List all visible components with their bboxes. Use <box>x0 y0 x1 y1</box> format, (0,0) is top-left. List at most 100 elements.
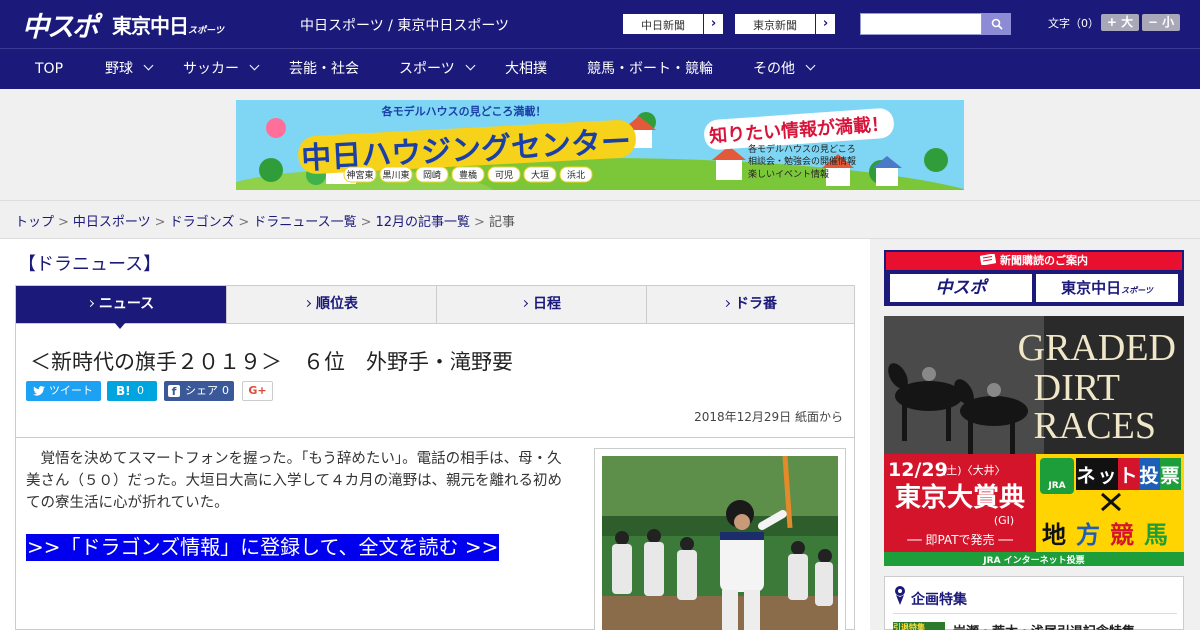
nav-item-other[interactable]: その他 <box>753 49 816 90</box>
nav-item-baseball[interactable]: 野球 <box>105 49 154 90</box>
facebook-count: 0 <box>222 384 229 397</box>
tab-schedule[interactable]: 日程 <box>436 286 646 323</box>
tab-standings[interactable]: 順位表 <box>226 286 436 323</box>
nav-label: 大相撲 <box>505 61 547 77</box>
chevron-down-icon <box>805 60 816 71</box>
logo-small-text: スポーツ <box>188 26 224 36</box>
font-size-increase-button[interactable]: + 大 <box>1101 14 1139 31</box>
feature-thumbnail: 引退特集 <box>893 622 945 630</box>
hatena-bookmark-button[interactable]: B! 0 <box>107 381 157 401</box>
housing-center-banner-ad[interactable]: 中日ハウジングセンター 各モデルハウスの見どころ満載！ 知りたい情報が満載！ 各… <box>176 100 1016 278</box>
tab-news[interactable]: ニュース <box>16 286 226 323</box>
breadcrumb-link-december[interactable]: 12月の記事一覧 <box>376 215 471 230</box>
banner-location: 豊橋 <box>459 169 477 181</box>
search-icon <box>991 18 1003 30</box>
subscription-ad-header-text: 新聞購読のご案内 <box>1000 254 1088 267</box>
chevron-down-icon <box>249 60 260 71</box>
tweet-label: ツイート <box>49 384 93 397</box>
tab-label: ニュース <box>98 296 155 312</box>
breadcrumb-separator: > <box>238 215 250 230</box>
breadcrumb-separator: > <box>154 215 166 230</box>
jra-tokyo-daishoten-ad[interactable]: GRADED DIRT RACES 12/29 (土)〈大井〉 東京大賞典 (G… <box>884 316 1184 566</box>
tweet-button[interactable]: ツイート <box>26 381 101 401</box>
font-size-decrease-button[interactable]: − 小 <box>1142 14 1180 31</box>
section-title: 【ドラニュース】 <box>18 254 162 275</box>
feature-title: 企画特集 <box>911 592 967 608</box>
feature-item-title: 岩瀬・荒木・浅尾引退記念特集 <box>953 621 1135 630</box>
jra-logo: JRA <box>1047 481 1065 491</box>
jra-sale-text: ── 即PATで発売 ── <box>906 532 1013 547</box>
site-title: 中日スポーツ / 東京中日スポーツ <box>300 18 510 34</box>
breadcrumb-link-chunichi-sports[interactable]: 中日スポーツ <box>73 215 151 230</box>
newspaper-subscription-ad[interactable]: 新聞購読のご案内 中スポ 東京中日スポーツ <box>884 250 1184 306</box>
subscribe-button-small: スポーツ <box>1121 286 1153 295</box>
nav-item-soccer[interactable]: サッカー <box>183 49 260 90</box>
nav-item-racing[interactable]: 競馬・ボート・競輪 <box>587 49 713 90</box>
facebook-share-button[interactable]: f シェア 0 <box>164 381 234 401</box>
tokyo-chunichi-sports-logo[interactable]: 東京中日スポーツ <box>112 10 224 39</box>
jra-net-vote-char: ト <box>1118 465 1137 487</box>
article: ＜新時代の旗手２０１９＞ ６位 外野手・滝野要 ツイート B! 0 f シェア … <box>15 324 855 630</box>
banner-graphic: 中日ハウジングセンター 各モデルハウスの見どころ満載！ 知りたい情報が満載！ 各… <box>176 100 1016 278</box>
tab-label: 日程 <box>533 296 561 312</box>
ribbon-icon <box>895 586 905 605</box>
nav-item-top[interactable]: TOP <box>35 49 63 90</box>
google-plus-icon: G+ <box>248 384 267 397</box>
jra-local-racing-char: 方 <box>1076 521 1100 549</box>
chevron-right-icon <box>520 299 529 308</box>
tab-label: ドラ番 <box>735 296 777 312</box>
breadcrumb-link-dora-news[interactable]: ドラニュース一覧 <box>253 215 356 230</box>
banner-location: 黒川東 <box>382 169 409 181</box>
banner-location: 大垣 <box>531 169 549 181</box>
twitter-icon <box>33 386 45 396</box>
breadcrumb-link-dragons[interactable]: ドラゴンズ <box>170 215 235 230</box>
jra-local-racing-char: 地 <box>1042 521 1066 549</box>
nav-label: 競馬・ボート・競輪 <box>587 61 713 77</box>
tab-bar: ニュース 順位表 日程 ドラ番 <box>15 285 855 324</box>
chunichi-sports-logo[interactable]: 中スポ <box>22 5 99 44</box>
subscription-ad-header: 新聞購読のご案内 <box>886 252 1182 270</box>
search-button[interactable] <box>982 13 1011 35</box>
google-plus-button[interactable]: G+ <box>242 381 273 401</box>
tokyo-shimbun-link[interactable]: 東京新聞 › <box>734 13 836 35</box>
jra-date: 12/29 <box>888 459 948 481</box>
nav-label: 芸能・社会 <box>289 61 359 77</box>
divider <box>16 437 854 438</box>
nav-label: スポーツ <box>399 61 455 77</box>
nav-item-sports[interactable]: スポーツ <box>399 49 476 90</box>
nav-label: サッカー <box>183 61 239 77</box>
article-date: 2018年12月29日 紙面から <box>694 410 843 424</box>
nav-label: 野球 <box>105 61 133 77</box>
jra-date-detail: (土)〈大井〉 <box>942 463 1006 477</box>
chevron-right-icon: › <box>703 14 723 34</box>
jra-headline-line: DIRT <box>1034 367 1120 409</box>
hatena-icon: B! <box>116 384 131 398</box>
chunichi-shimbun-link[interactable]: 中日新聞 › <box>622 13 724 35</box>
breadcrumb-bar: トップ > 中日スポーツ > ドラゴンズ > ドラニュース一覧 >12月の記事一覧 > 記事 <box>0 200 1200 239</box>
article-body: 覚悟を決めてスマートフォンを握った。「もう辞めたい」。電話の相手は、母・久美さん… <box>26 451 563 511</box>
banner-top-text: 各モデルハウスの見どころ満載！ <box>381 104 547 118</box>
register-read-more-link[interactable]: >>「ドラゴンズ情報」に登録して、全文を読む >> <box>26 534 500 561</box>
main-nav: TOP 野球 サッカー 芸能・社会 スポーツ 大相撲 競馬・ボート・競輪 その他 <box>0 48 1200 89</box>
banner-location: 可児 <box>495 170 513 181</box>
hatena-count: 0 <box>137 384 144 397</box>
nav-item-sumo[interactable]: 大相撲 <box>505 49 547 90</box>
subscribe-tokyo-chunichi-button[interactable]: 東京中日スポーツ <box>1036 274 1178 302</box>
chevron-right-icon <box>303 299 312 308</box>
tab-reporter[interactable]: ドラ番 <box>646 286 854 323</box>
jra-race-grade: (GI) <box>994 514 1014 527</box>
chevron-down-icon <box>465 60 476 71</box>
breadcrumb-link-top[interactable]: トップ <box>15 215 54 230</box>
breadcrumb-separator: > <box>360 215 372 230</box>
nav-item-entertainment[interactable]: 芸能・社会 <box>289 49 359 90</box>
subscribe-chunichi-sports-button[interactable]: 中スポ <box>890 274 1032 302</box>
jra-ad-graphic: GRADED DIRT RACES 12/29 (土)〈大井〉 東京大賞典 (G… <box>884 316 1184 566</box>
newspaper-icon <box>979 253 997 266</box>
search-input[interactable] <box>860 13 982 35</box>
article-photo[interactable] <box>602 456 838 630</box>
jra-footer: JRA インターネット投票 <box>982 554 1084 566</box>
main-content: 【ドラニュース】 ニュース 順位表 日程 ドラ番 ＜新時代の旗手２０１９＞ ６位… <box>0 239 870 630</box>
breadcrumb: トップ > 中日スポーツ > ドラゴンズ > ドラニュース一覧 >12月の記事一覧 > 記事 <box>15 211 515 230</box>
feature-item[interactable]: 引退特集 岩瀬・荒木・浅尾引退記念特集 <box>893 613 1177 630</box>
jra-headline-line: GRADED <box>1018 327 1176 369</box>
